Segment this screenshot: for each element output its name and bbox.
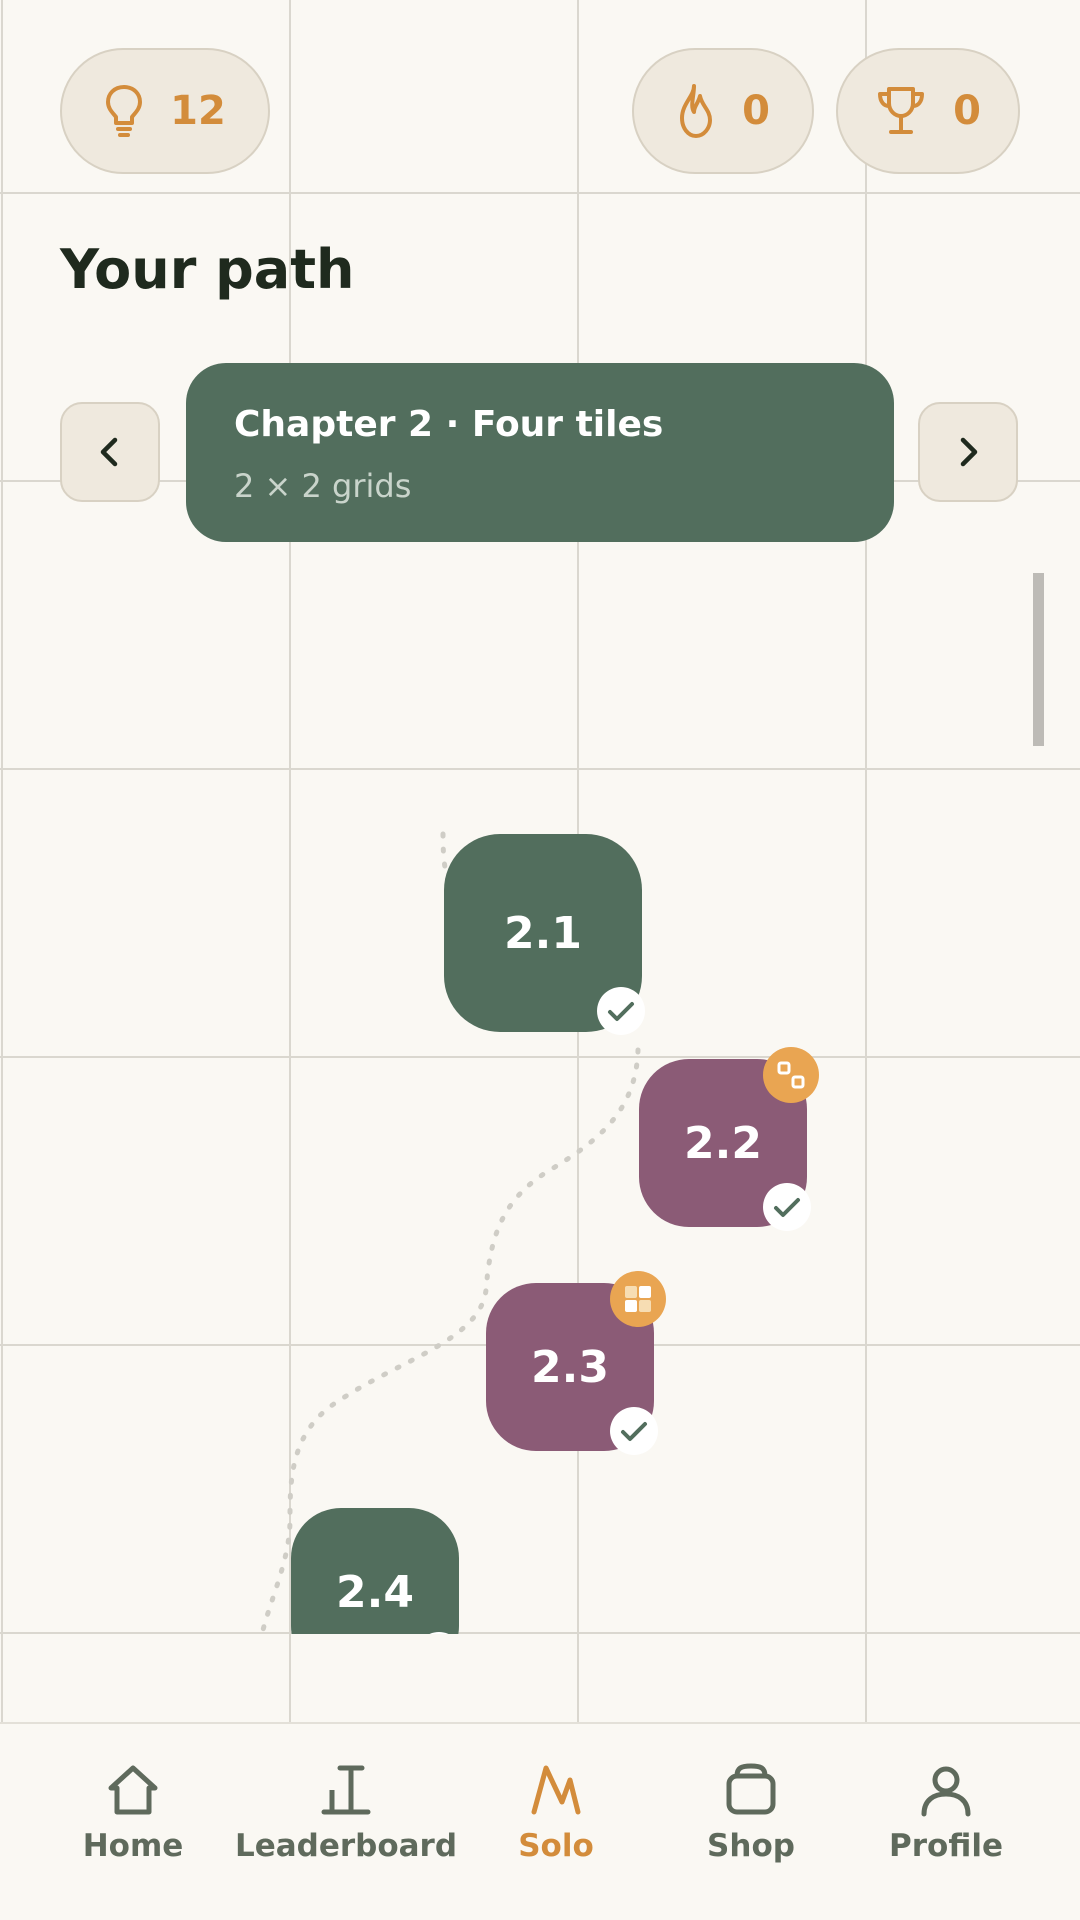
previous-chapter-button[interactable] (60, 402, 160, 502)
nav-label: Leaderboard (234, 1828, 458, 1864)
level-label: 2.1 (504, 907, 582, 959)
completed-check-icon (610, 1407, 658, 1455)
profile-icon (921, 1766, 971, 1817)
level-2-2-tile[interactable]: 2.2 (639, 1047, 819, 1231)
trophies-count: 0 (953, 88, 981, 134)
pairs-icon (763, 1047, 819, 1103)
nav-leaderboard[interactable]: Leaderboard (234, 1724, 458, 1920)
nav-label: Solo (518, 1828, 594, 1864)
lightbulb-icon (106, 85, 143, 137)
hints-pill[interactable]: 12 (60, 48, 270, 174)
completed-check-icon (763, 1183, 811, 1231)
chapter-card: Chapter 2 · Four tiles 2 × 2 grids (186, 363, 894, 542)
streak-count: 0 (742, 88, 770, 134)
chevron-left-icon (100, 437, 118, 467)
completed-check-icon (597, 987, 645, 1035)
level-2-1-tile[interactable]: 2.1 (444, 834, 645, 1035)
page-title: Your path (60, 238, 355, 301)
nav-solo[interactable]: Solo (506, 1724, 606, 1920)
flame-icon (680, 84, 713, 138)
bottom-navigation: Home Leaderboard Solo Shop Profile (0, 1722, 1080, 1920)
home-icon (108, 1765, 158, 1815)
next-chapter-button[interactable] (918, 402, 1018, 502)
path-connector (259, 831, 641, 1634)
grid-icon (610, 1271, 666, 1327)
chapter-subtitle: 2 × 2 grids (234, 467, 412, 505)
nav-label: Shop (707, 1828, 795, 1864)
nav-profile[interactable]: Profile (884, 1724, 1008, 1920)
level-label: 2.2 (684, 1117, 762, 1169)
nav-label: Profile (889, 1828, 1003, 1864)
level-2-4-tile[interactable]: 2.4 (291, 1508, 463, 1634)
completed-check-icon (415, 1632, 463, 1634)
chapter-title: Chapter 2 · Four tiles (234, 404, 664, 445)
hints-count: 12 (170, 88, 226, 134)
streak-pill[interactable]: 0 (632, 48, 814, 174)
level-label: 2.3 (531, 1341, 609, 1393)
level-label: 2.4 (336, 1566, 414, 1618)
level-2-3-tile[interactable]: 2.3 (486, 1271, 666, 1455)
trophies-pill[interactable]: 0 (836, 48, 1020, 174)
level-path: 2.1 2.2 2.3 2.4 (0, 560, 1080, 1634)
nav-home[interactable]: Home (62, 1724, 204, 1920)
solo-icon (531, 1765, 581, 1815)
nav-label: Home (82, 1828, 184, 1864)
trophy-icon (878, 87, 925, 134)
shop-icon (726, 1763, 776, 1815)
nav-shop[interactable]: Shop (696, 1724, 806, 1920)
chevron-right-icon (960, 437, 978, 467)
leaderboard-icon (321, 1765, 371, 1815)
